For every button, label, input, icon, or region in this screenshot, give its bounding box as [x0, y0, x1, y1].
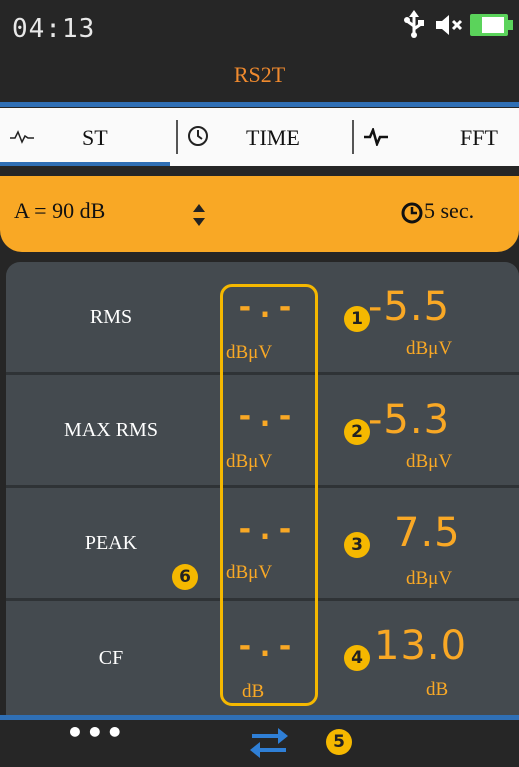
- clock-icon: [188, 126, 208, 146]
- tab-fft[interactable]: FFT: [356, 108, 519, 166]
- pulse-icon: [364, 128, 388, 146]
- callout-badge: 1: [344, 306, 370, 332]
- interval-setting[interactable]: 5 sec.: [424, 198, 474, 224]
- header-divider: [0, 102, 519, 107]
- measurement-value: 13.0: [374, 623, 468, 669]
- weighting-setting[interactable]: A = 90 dB: [14, 198, 105, 224]
- measurement-unit: dBμV: [406, 451, 453, 472]
- callout-badge: 2: [344, 419, 370, 445]
- measurement-label: MAX RMS: [64, 419, 158, 441]
- clock: 04:13: [12, 14, 96, 44]
- measurement-value: -5.5: [368, 284, 451, 330]
- bottom-bar: ••• 5: [0, 716, 519, 767]
- measurement-unit: dBμV: [406, 568, 453, 589]
- callout-badge: 6: [172, 564, 198, 590]
- up-down-arrows-icon[interactable]: [192, 202, 206, 228]
- measurement-value: 7.5: [394, 510, 461, 556]
- tab-st[interactable]: ST: [0, 108, 172, 166]
- battery-icon: [470, 14, 513, 36]
- tab-bar: ST TIME FFT: [0, 108, 519, 166]
- tab-divider: [352, 120, 354, 154]
- measurement-label: PEAK: [84, 532, 138, 554]
- status-bar: 04:13: [0, 0, 519, 52]
- tab-time-label: TIME: [246, 125, 300, 150]
- callout-badge: 5: [326, 729, 352, 755]
- tab-time[interactable]: TIME: [180, 108, 348, 166]
- mute-icon: [436, 15, 463, 35]
- measurement-label: CF: [98, 647, 124, 669]
- app-title: RS2T: [233, 62, 286, 87]
- measurement-unit: dB: [426, 679, 449, 700]
- more-menu-button[interactable]: •••: [66, 716, 126, 749]
- timer-icon: [401, 202, 423, 224]
- active-tab-indicator: [0, 162, 170, 166]
- callout-badge: 4: [344, 645, 370, 671]
- tab-st-label: ST: [82, 125, 108, 150]
- tab-fft-label: FFT: [460, 125, 498, 150]
- measurement-value: -5.3: [368, 397, 451, 443]
- reference-column-highlight: [220, 284, 318, 706]
- tab-divider: [176, 120, 178, 154]
- usb-icon: [404, 10, 424, 38]
- swap-arrows-icon[interactable]: [248, 724, 290, 762]
- measurement-label: RMS: [89, 306, 133, 328]
- settings-bar: A = 90 dB 5 sec.: [0, 176, 519, 252]
- measurement-unit: dBμV: [406, 338, 453, 359]
- title-bar: RS2T: [0, 52, 519, 102]
- callout-badge: 3: [344, 532, 370, 558]
- waveform-icon: [10, 130, 34, 144]
